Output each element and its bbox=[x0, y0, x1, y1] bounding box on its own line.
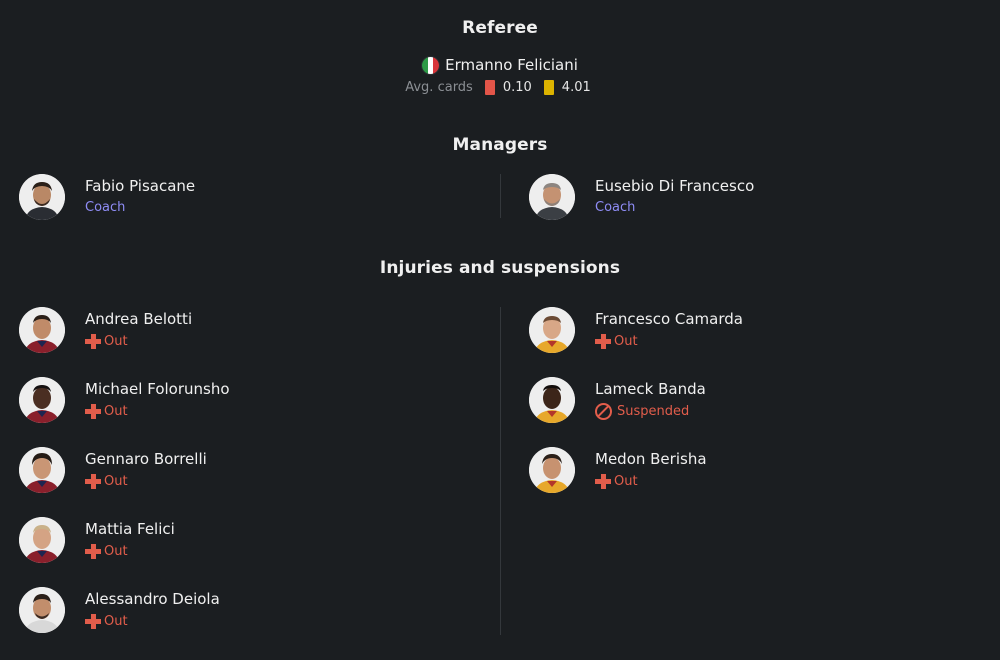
manager-home[interactable]: Fabio Pisacane Coach bbox=[19, 174, 419, 222]
injury-row-away-2[interactable]: Lameck Banda Suspended bbox=[529, 377, 929, 425]
injury-row-away-1[interactable]: Francesco Camarda Out bbox=[529, 307, 929, 355]
player-name[interactable]: Mattia Felici bbox=[85, 520, 175, 538]
status-label: Out bbox=[85, 473, 128, 489]
avatar bbox=[19, 307, 65, 353]
status-text: Out bbox=[104, 403, 128, 419]
avatar bbox=[529, 307, 575, 353]
player-name[interactable]: Lameck Banda bbox=[595, 380, 706, 398]
player-name[interactable]: Michael Folorunsho bbox=[85, 380, 230, 398]
status-text: Out bbox=[104, 333, 128, 349]
status-text: Suspended bbox=[617, 404, 690, 419]
injuries-divider bbox=[500, 307, 501, 635]
injury-cross-icon bbox=[85, 473, 101, 489]
referee-row[interactable]: Ermanno Feliciani bbox=[0, 56, 1000, 74]
injuries-title: Injuries and suspensions bbox=[379, 258, 621, 278]
yellow-card-icon bbox=[543, 80, 554, 95]
manager-away[interactable]: Eusebio Di Francesco Coach bbox=[529, 174, 929, 222]
avatar bbox=[19, 447, 65, 493]
status-label: Out bbox=[595, 473, 638, 489]
red-card-icon bbox=[484, 80, 495, 95]
injury-cross-icon bbox=[85, 613, 101, 629]
injury-cross-icon bbox=[85, 333, 101, 349]
manager-away-role: Coach bbox=[595, 200, 636, 215]
injury-row-home-1[interactable]: Andrea Belotti Out bbox=[19, 307, 419, 355]
manager-home-role: Coach bbox=[85, 200, 126, 215]
referee-title: Referee bbox=[462, 18, 538, 38]
avatar bbox=[19, 377, 65, 423]
injury-cross-icon bbox=[595, 473, 611, 489]
avatar bbox=[529, 447, 575, 493]
status-label: Out bbox=[85, 333, 128, 349]
injury-row-home-4[interactable]: Mattia Felici Out bbox=[19, 517, 419, 565]
player-name[interactable]: Alessandro Deiola bbox=[85, 590, 220, 608]
injury-row-away-3[interactable]: Medon Berisha Out bbox=[529, 447, 929, 495]
status-label: Out bbox=[595, 333, 638, 349]
manager-away-name[interactable]: Eusebio Di Francesco bbox=[595, 177, 754, 195]
injury-row-home-3[interactable]: Gennaro Borrelli Out bbox=[19, 447, 419, 495]
status-text: Out bbox=[614, 473, 638, 489]
player-name[interactable]: Andrea Belotti bbox=[85, 310, 192, 328]
italy-flag-icon bbox=[422, 56, 440, 74]
player-name[interactable]: Gennaro Borrelli bbox=[85, 450, 207, 468]
yellow-card-avg: 4.01 bbox=[561, 80, 591, 95]
managers-title: Managers bbox=[452, 135, 548, 155]
avatar bbox=[19, 517, 65, 563]
avg-cards-label: Avg. cards bbox=[405, 80, 473, 95]
status-text: Out bbox=[614, 333, 638, 349]
injury-row-home-5[interactable]: Alessandro Deiola Out bbox=[19, 587, 419, 635]
avatar bbox=[19, 587, 65, 633]
injury-cross-icon bbox=[595, 333, 611, 349]
status-text: Out bbox=[104, 473, 128, 489]
status-text: Out bbox=[104, 543, 128, 559]
red-card-avg: 0.10 bbox=[502, 80, 532, 95]
avatar bbox=[19, 174, 65, 220]
managers-divider bbox=[500, 174, 501, 218]
avg-cards-row: Avg. cards 0.10 4.01 bbox=[0, 80, 1000, 95]
player-name[interactable]: Francesco Camarda bbox=[595, 310, 743, 328]
injury-cross-icon bbox=[85, 543, 101, 559]
avatar bbox=[529, 174, 575, 220]
status-label: Out bbox=[85, 403, 128, 419]
player-name[interactable]: Medon Berisha bbox=[595, 450, 707, 468]
injury-cross-icon bbox=[85, 403, 101, 419]
status-label: Suspended bbox=[595, 403, 689, 420]
status-text: Out bbox=[104, 613, 128, 629]
avatar bbox=[529, 377, 575, 423]
manager-home-name[interactable]: Fabio Pisacane bbox=[85, 177, 195, 195]
status-label: Out bbox=[85, 613, 128, 629]
status-label: Out bbox=[85, 543, 128, 559]
injury-row-home-2[interactable]: Michael Folorunsho Out bbox=[19, 377, 419, 425]
suspended-icon bbox=[595, 403, 612, 420]
referee-name[interactable]: Ermanno Feliciani bbox=[445, 56, 578, 74]
